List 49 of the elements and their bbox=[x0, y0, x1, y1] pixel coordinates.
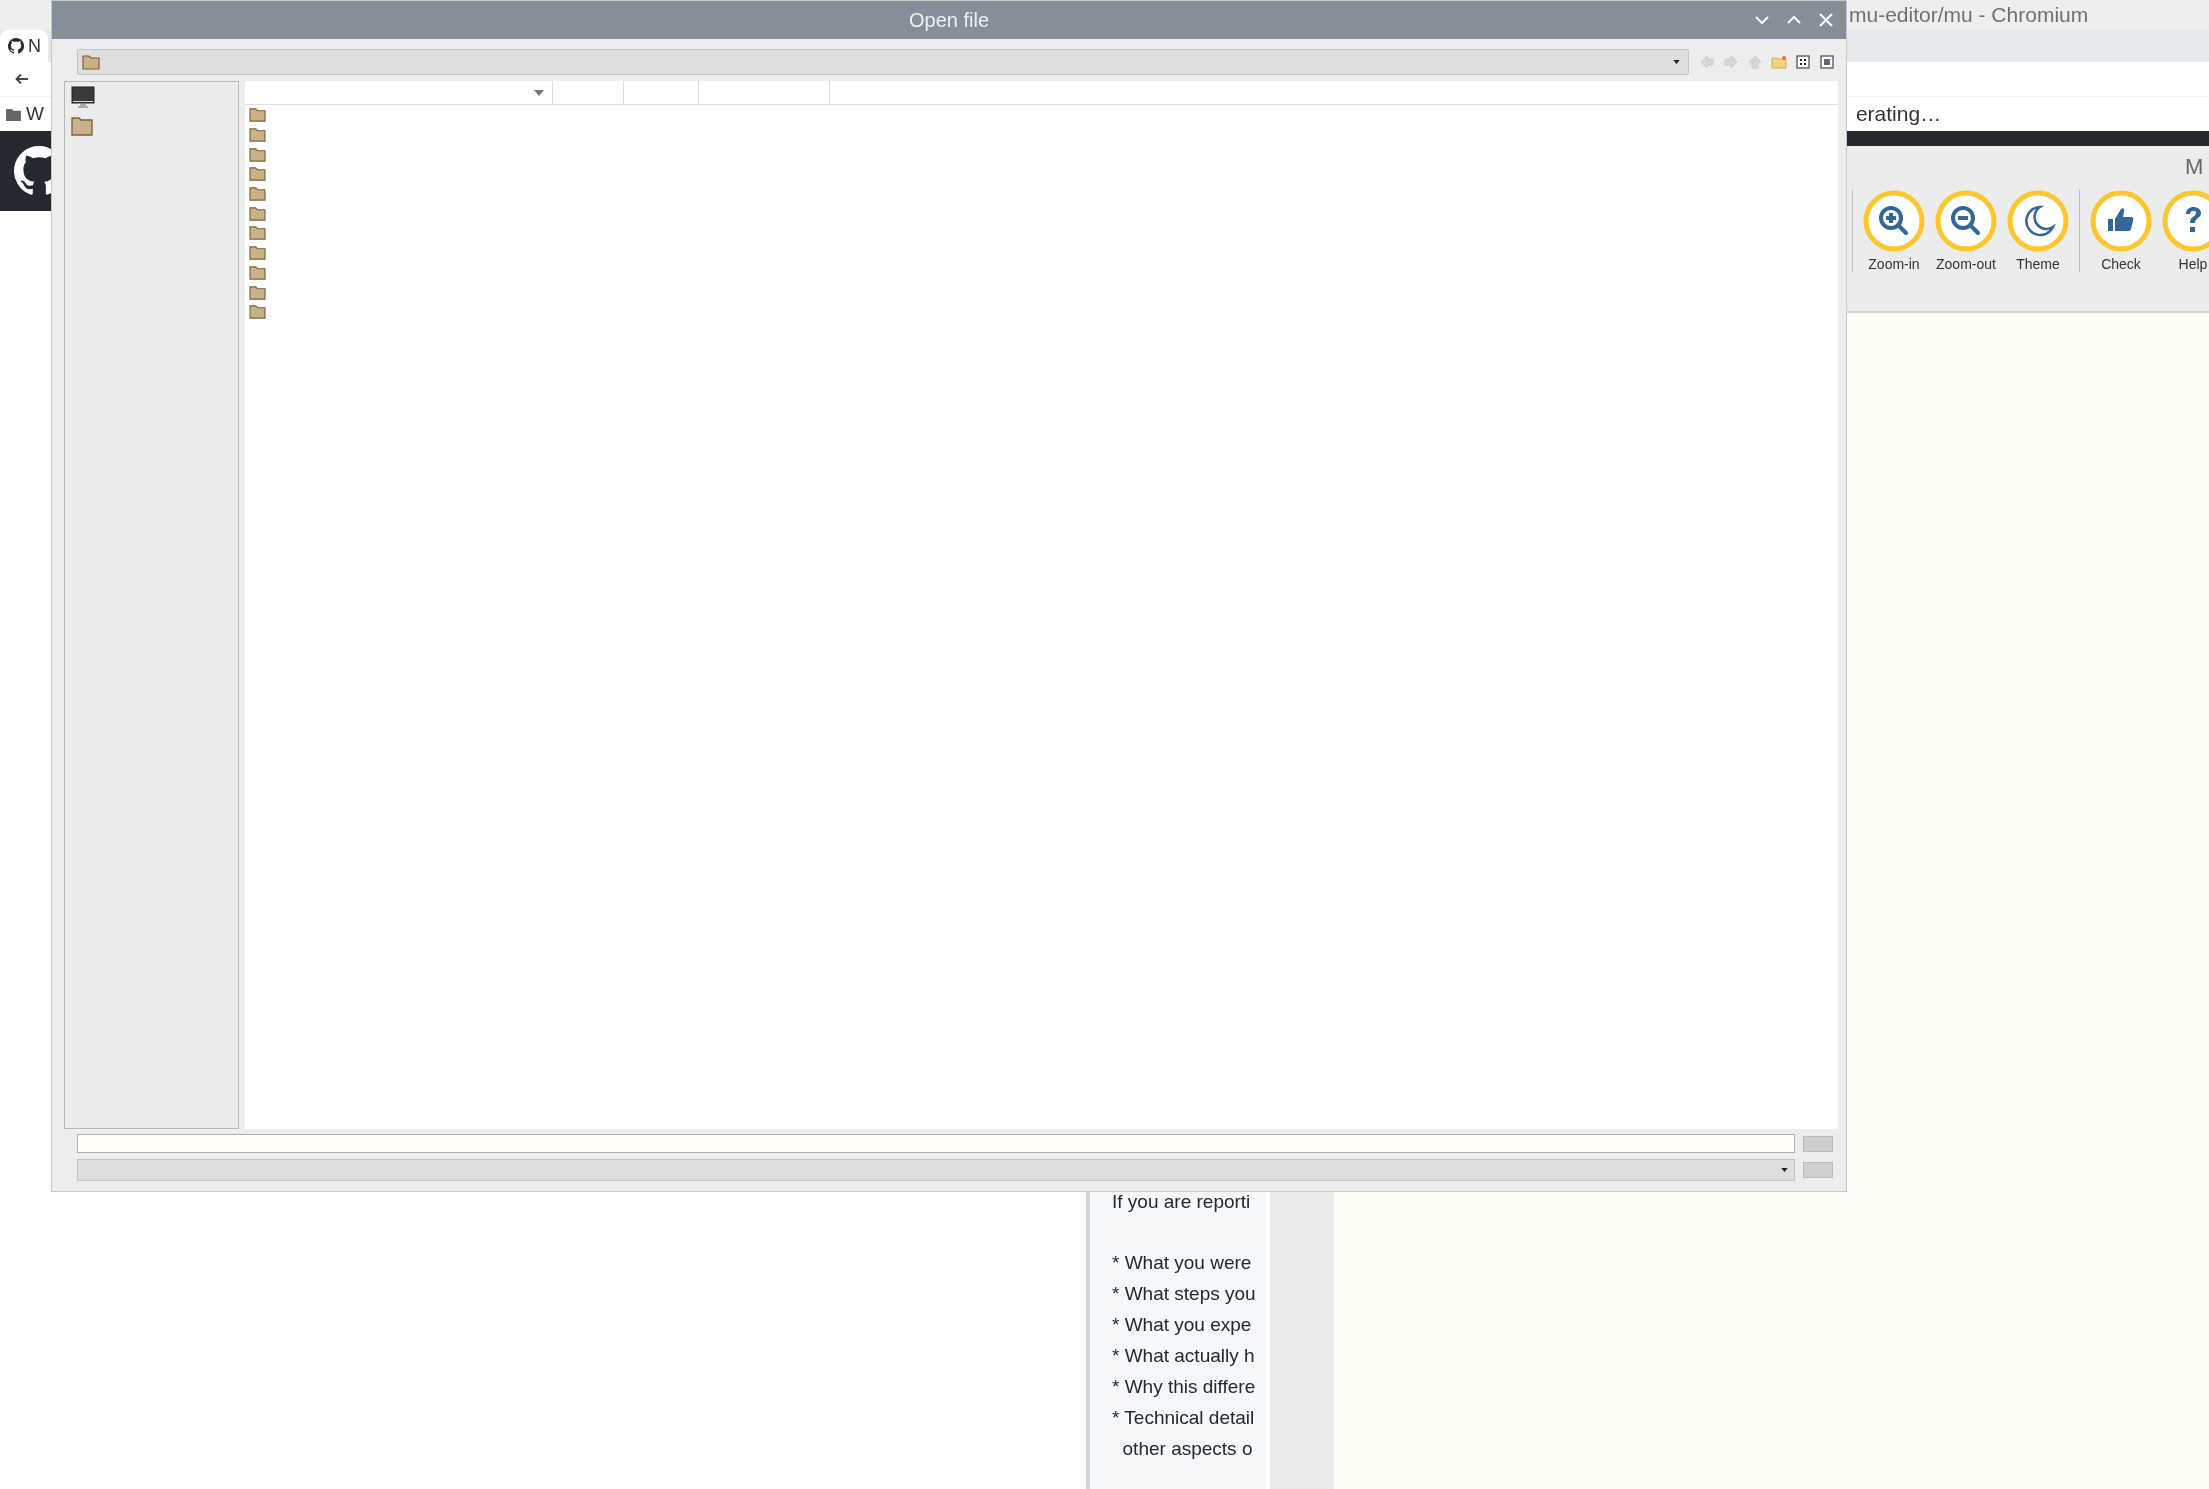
zoom-in-icon bbox=[1863, 190, 1925, 252]
folder-icon[interactable] bbox=[249, 284, 266, 300]
sort-arrow-icon bbox=[534, 89, 544, 96]
folder-icon bbox=[82, 54, 100, 70]
folder-icon[interactable] bbox=[249, 245, 266, 261]
toolbar-button[interactable]: Zoom-out bbox=[1935, 190, 1997, 272]
detail-view-icon[interactable] bbox=[1819, 54, 1835, 70]
back-arrow-icon[interactable] bbox=[14, 71, 30, 87]
bookmark-folder[interactable]: W bbox=[6, 103, 44, 125]
folder-icon[interactable] bbox=[249, 146, 266, 162]
folder-icon[interactable] bbox=[249, 127, 266, 143]
toolbar-button[interactable]: Check bbox=[2079, 190, 2152, 272]
code-line: If you are reporti bbox=[1112, 1190, 1252, 1214]
list-view-icon[interactable] bbox=[1795, 54, 1811, 70]
code-line: * What you expe bbox=[1112, 1313, 1253, 1337]
browser-tab[interactable]: N bbox=[0, 30, 48, 62]
folder-icon[interactable] bbox=[249, 186, 266, 202]
status-text: erating… bbox=[1855, 102, 1942, 126]
window-title: M bbox=[2185, 154, 2204, 180]
code-line: * What steps you bbox=[1112, 1282, 1257, 1306]
folder-icon[interactable] bbox=[71, 116, 93, 136]
theme-icon bbox=[2007, 190, 2069, 252]
folder-icon[interactable] bbox=[249, 107, 266, 123]
folder-icon[interactable] bbox=[249, 304, 266, 320]
monitor-icon[interactable] bbox=[71, 86, 95, 110]
folder-icon[interactable] bbox=[249, 225, 266, 241]
close-icon[interactable] bbox=[1818, 12, 1834, 28]
toolbar-button[interactable]: Zoom-in bbox=[1852, 190, 1925, 272]
caret-icon bbox=[1781, 1168, 1788, 1172]
dialog-title: Open file bbox=[908, 8, 990, 32]
toolbar-button[interactable]: Theme bbox=[2007, 190, 2069, 272]
code-line: * Technical detail bbox=[1112, 1406, 1256, 1430]
code-line: other aspects o bbox=[1121, 1437, 1254, 1461]
toolbar-button[interactable]: Help bbox=[2162, 190, 2209, 272]
check-icon bbox=[2090, 190, 2152, 252]
zoom-out-icon bbox=[1935, 190, 1997, 252]
code-line: * What actually h bbox=[1112, 1344, 1256, 1368]
folder-icon bbox=[6, 107, 21, 121]
new-folder-icon[interactable] bbox=[1771, 54, 1787, 70]
caret-icon bbox=[1673, 60, 1680, 64]
code-line: * Why this differe bbox=[1112, 1375, 1257, 1399]
folder-icon[interactable] bbox=[249, 264, 266, 280]
folder-icon[interactable] bbox=[249, 166, 266, 182]
help-icon bbox=[2162, 190, 2209, 252]
code-line: * What you were bbox=[1112, 1251, 1253, 1275]
cat-logo-icon bbox=[8, 38, 24, 54]
window-title: mu-editor/mu - Chromium bbox=[1849, 3, 2089, 27]
filename-field[interactable] bbox=[77, 1134, 1795, 1153]
folder-icon[interactable] bbox=[249, 205, 266, 221]
